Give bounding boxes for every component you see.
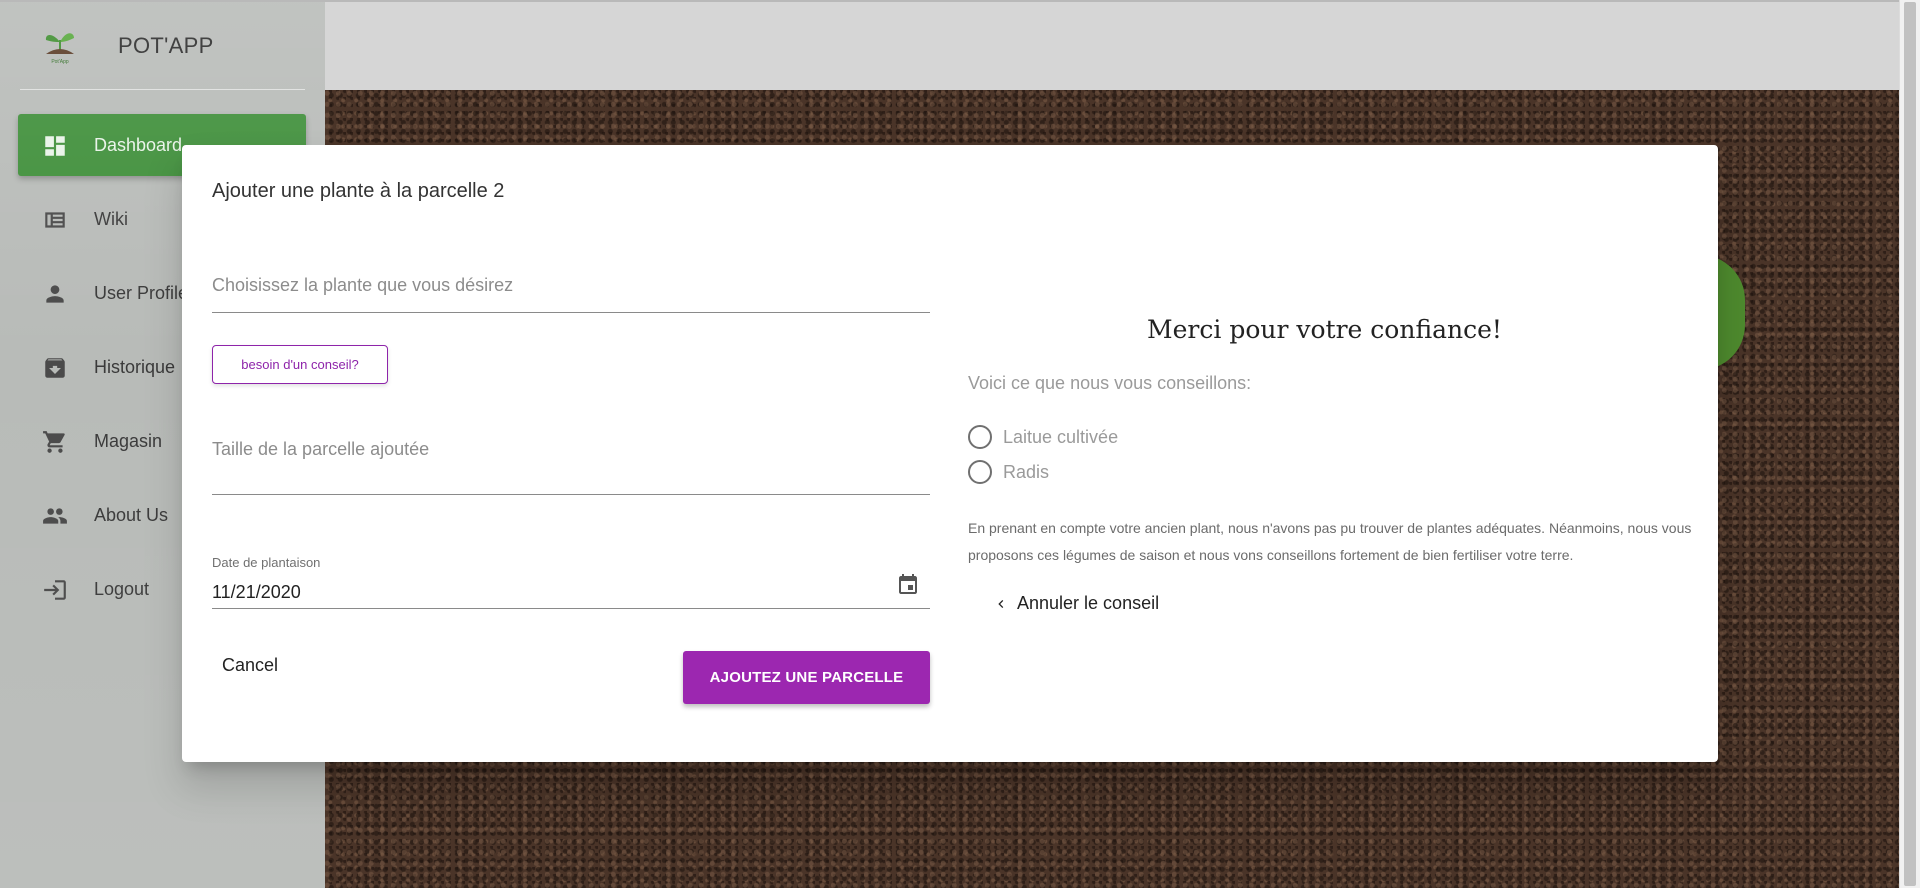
calendar-icon[interactable] (896, 573, 920, 597)
advice-option-laitue[interactable]: Laitue cultivée (968, 425, 1118, 449)
logout-icon (44, 580, 66, 600)
planting-date-value: 11/21/2020 (212, 582, 301, 602)
need-advice-button[interactable]: besoin d'un conseil? (212, 345, 388, 384)
add-plant-dialog: Ajouter une plante à la parcelle 2 Chois… (182, 145, 1718, 762)
parcel-size-field[interactable]: Taille de la parcelle ajoutée (212, 439, 930, 495)
scrollbar-thumb[interactable] (1904, 2, 1916, 886)
parcel-size-placeholder: Taille de la parcelle ajoutée (212, 439, 430, 459)
brand[interactable]: Pot'App POT'APP (0, 2, 325, 90)
sidebar-item-label: About Us (94, 504, 169, 525)
add-parcel-button[interactable]: AJOUTEZ UNE PARCELLE (683, 651, 930, 704)
cancel-button[interactable]: Cancel (222, 655, 278, 676)
advice-intro: Voici ce que nous vous conseillons: (968, 373, 1252, 393)
cart-icon (43, 431, 65, 453)
person-icon (46, 285, 64, 303)
dashboard-icon (45, 136, 65, 156)
sidebar-item-label: Dashboard (94, 134, 183, 155)
app-logo: Pot'App (45, 33, 74, 65)
advice-option-label: Laitue cultivée (1003, 426, 1119, 447)
top-app-bar (325, 2, 1899, 90)
planting-date-field[interactable]: Date de plantaison 11/21/2020 (212, 555, 930, 609)
cancel-advice-button[interactable]: Annuler le conseil (993, 593, 1159, 614)
group-icon (43, 508, 67, 524)
wiki-icon (45, 212, 65, 228)
radio-circle[interactable] (968, 425, 992, 449)
advice-option-radis[interactable]: Radis (968, 460, 1049, 484)
advice-option-label: Radis (1003, 461, 1050, 482)
planting-date-label: Date de plantaison (212, 555, 321, 570)
dialog-title: Ajouter une plante à la parcelle 2 (212, 180, 505, 202)
advice-heading: Merci pour votre confiance! (1147, 315, 1502, 344)
sidebar-item-label: Historique (94, 356, 176, 377)
chevron-left-icon (998, 599, 1004, 608)
sidebar-item-label: Wiki (94, 208, 128, 229)
svg-text:Pot'App: Pot'App (51, 59, 69, 65)
advice-note: En prenant en compte votre ancien plant,… (968, 520, 1692, 563)
archive-icon (45, 358, 65, 378)
sidebar-item-label: User Profile (94, 282, 189, 303)
app-title: POT'APP (118, 33, 214, 58)
sidebar-item-label: Logout (94, 578, 150, 599)
sidebar-item-label: Magasin (94, 430, 163, 451)
cancel-advice-label: Annuler le conseil (1017, 593, 1160, 613)
plant-select-placeholder: Choisissez la plante que vous désirez (212, 275, 514, 295)
sidebar-divider (20, 89, 305, 90)
radio-circle[interactable] (968, 460, 992, 484)
page-scrollbar[interactable] (1899, 0, 1920, 888)
plant-select-field[interactable]: Choisissez la plante que vous désirez (212, 275, 930, 313)
